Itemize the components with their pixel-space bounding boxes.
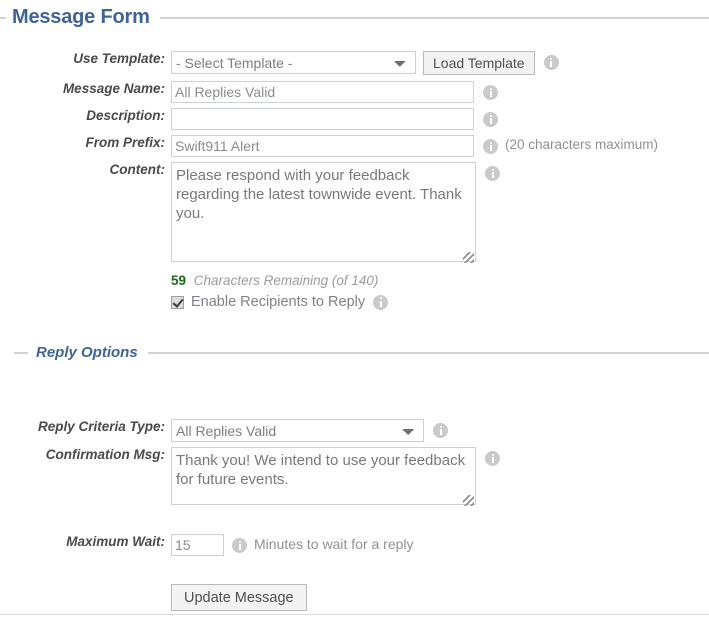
use-template-label: Use Template: (73, 51, 165, 66)
message-name-input[interactable] (171, 81, 474, 103)
row-maximum-wait: Maximum Wait: Minutes to wait for a repl… (0, 534, 709, 556)
row-message-name: Message Name: (0, 81, 709, 103)
row-reply-criteria-type: Reply Criteria Type: All Replies Valid (0, 419, 709, 442)
row-char-counter: 59 Characters Remaining (of 140) (0, 273, 709, 288)
enable-reply-checkbox[interactable] (171, 295, 184, 309)
info-icon-enable-reply[interactable] (373, 294, 389, 310)
info-icon-content[interactable] (485, 166, 500, 181)
row-content: Content: Please respond with your feedba… (0, 162, 709, 265)
row-use-template: Use Template: - Select Template - Load T… (0, 51, 709, 75)
confirmation-msg-textarea-wrap: Thank you! We intend to use your feedbac… (171, 447, 476, 508)
legend-trailing-rule-2 (147, 351, 709, 354)
confirmation-msg-textarea[interactable]: Thank you! We intend to use your feedbac… (171, 447, 476, 505)
legend-lead-rule-2 (14, 351, 28, 354)
info-icon-maximum-wait[interactable] (232, 538, 247, 553)
char-counter-number: 59 (171, 273, 187, 288)
message-name-label: Message Name: (62, 81, 165, 96)
reply-criteria-type-controls: All Replies Valid (171, 419, 709, 442)
char-counter: 59 Characters Remaining (of 140) (171, 273, 378, 288)
row-from-prefix: From Prefix: (20 characters maximum) (0, 135, 709, 157)
content-textarea-wrap: Please respond with your feedback regard… (171, 162, 476, 265)
reply-options-title: Reply Options (36, 344, 138, 361)
reply-options-fields: Reply Criteria Type: All Replies Valid C… (0, 419, 709, 611)
message-name-controls (171, 81, 709, 103)
info-icon-confirmation-msg[interactable] (485, 451, 500, 466)
info-icon-message-name[interactable] (483, 85, 498, 100)
char-counter-cell: 59 Characters Remaining (of 140) (171, 273, 709, 288)
maximum-wait-label: Maximum Wait: (66, 534, 165, 549)
confirmation-msg-label: Confirmation Msg: (45, 447, 165, 462)
enable-reply-label: Enable Recipients to Reply (191, 294, 366, 310)
confirmation-msg-controls: Thank you! We intend to use your feedbac… (171, 447, 709, 508)
from-prefix-controls: (20 characters maximum) (171, 135, 709, 157)
description-controls (171, 108, 709, 130)
reply-options-legend: Reply Options (0, 344, 709, 361)
content-label: Content: (109, 162, 165, 177)
row-confirmation-msg: Confirmation Msg: Thank you! We intend t… (0, 447, 709, 508)
from-prefix-hint: (20 characters maximum) (505, 137, 659, 152)
content-controls: Please respond with your feedback regard… (171, 162, 709, 265)
description-input[interactable] (171, 108, 474, 130)
row-update-message: Update Message (0, 584, 709, 611)
info-icon-description[interactable] (483, 112, 498, 127)
reply-options-section: Reply Options Reply Criteria Type: All R… (0, 344, 709, 611)
message-form-legend: Message Form (0, 6, 709, 29)
reply-criteria-type-select[interactable]: All Replies Valid (171, 419, 424, 442)
row-enable-reply: Enable Recipients to Reply (0, 294, 709, 310)
char-counter-text: Characters Remaining (of 140) (193, 273, 379, 288)
info-icon-use-template[interactable] (543, 55, 559, 70)
info-icon-from-prefix[interactable] (483, 139, 498, 154)
bottom-divider (0, 614, 709, 615)
from-prefix-input[interactable] (171, 135, 474, 157)
from-prefix-label: From Prefix: (85, 135, 165, 150)
maximum-wait-controls: Minutes to wait for a reply (171, 534, 709, 556)
info-icon-reply-criteria-type[interactable] (433, 423, 448, 438)
message-form-title: Message Form (12, 6, 150, 28)
message-form-section: Message Form Use Template: - Select Temp… (0, 6, 709, 310)
load-template-button[interactable]: Load Template (423, 51, 535, 75)
update-message-cell: Update Message (171, 584, 709, 611)
description-label: Description: (86, 108, 165, 123)
enable-reply-cell: Enable Recipients to Reply (171, 294, 709, 310)
content-textarea[interactable]: Please respond with your feedback regard… (171, 162, 476, 262)
enable-reply-checkbox-row[interactable]: Enable Recipients to Reply (171, 294, 389, 310)
legend-trailing-rule (159, 16, 709, 19)
maximum-wait-input[interactable] (171, 534, 224, 556)
maximum-wait-hint: Minutes to wait for a reply (254, 536, 414, 552)
use-template-select[interactable]: - Select Template - (171, 51, 416, 74)
row-description: Description: (0, 108, 709, 130)
use-template-controls: - Select Template - Load Template (171, 51, 709, 75)
update-message-button[interactable]: Update Message (171, 584, 307, 611)
reply-criteria-type-label: Reply Criteria Type: (37, 419, 165, 434)
message-form-fields: Use Template: - Select Template - Load T… (0, 51, 709, 310)
